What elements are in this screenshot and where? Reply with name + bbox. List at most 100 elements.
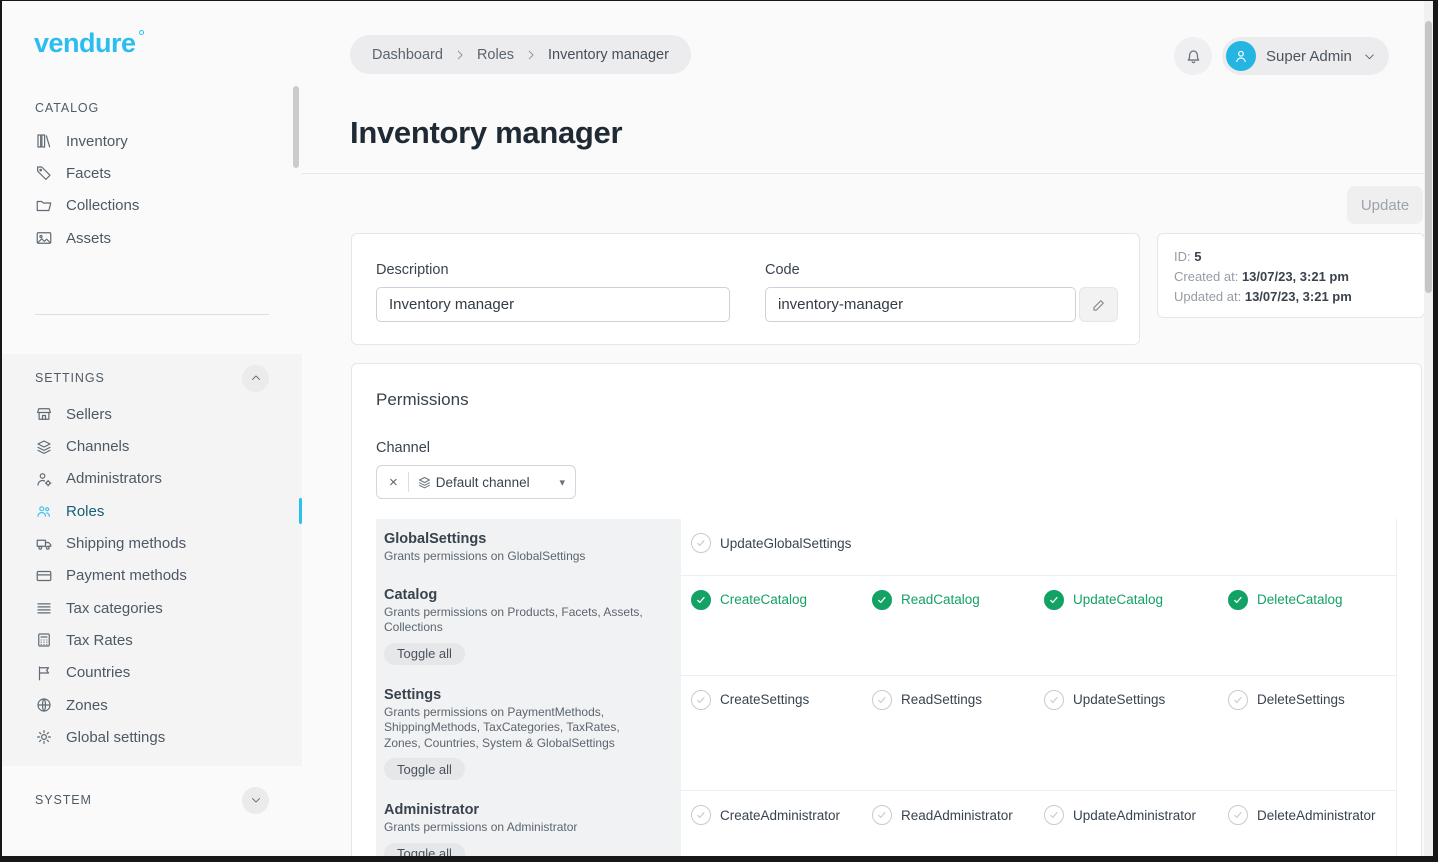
truck-icon [35,535,53,553]
users-icon [35,502,53,520]
permission-checkbox-readsettings[interactable]: ReadSettings [872,690,1044,710]
toggle-all-button[interactable]: Toggle all [384,758,465,780]
sidebar-item-facets[interactable]: Facets [2,157,302,189]
check-icon [876,809,888,821]
entity-meta-card: ID: 5 Created at: 13/07/23, 3:21 pm Upda… [1157,233,1425,318]
folder-icon [35,197,53,215]
toggle-all-button[interactable]: Toggle all [384,643,465,665]
permission-checkbox-updateadministrator[interactable]: UpdateAdministrator [1044,805,1228,825]
permission-group-settings: Settings Grants permissions on PaymentMet… [376,675,1396,791]
permission-checkbox-readadministrator[interactable]: ReadAdministrator [872,805,1044,825]
permission-group-description: Grants permissions on PaymentMethods, Sh… [384,705,656,752]
pencil-icon [1091,297,1107,313]
permission-label: CreateCatalog [720,592,807,607]
sidebar-item-tax-rates[interactable]: Tax Rates [2,624,302,656]
logo-row: vendure [2,1,302,63]
permission-checkbox-updatecatalog[interactable]: UpdateCatalog [1044,590,1228,610]
sidebar-item-zones[interactable]: Zones [2,689,302,721]
sidebar-item-payment-methods[interactable]: Payment methods [2,560,302,592]
sidebar-item-label: Facets [66,165,111,182]
breadcrumb-item-dashboard[interactable]: Dashboard [372,47,443,63]
breadcrumb-item-roles[interactable]: Roles [477,47,514,63]
notifications-button[interactable] [1174,37,1212,75]
permission-checkbox-readcatalog[interactable]: ReadCatalog [872,590,1044,610]
system-expand-button[interactable] [242,787,269,814]
permission-group-description: Grants permissions on GlobalSettings [384,549,656,565]
sidebar-item-assets[interactable]: Assets [2,222,302,254]
main-scrollbar-thumb[interactable] [1425,21,1432,293]
sidebar-item-label: Roles [66,503,104,520]
sidebar-item-administrators[interactable]: Administrators [2,463,302,495]
unchecked-circle-icon [1044,805,1064,825]
permission-group-header: Settings Grants permissions on PaymentMet… [376,675,681,791]
sidebar-item-label: Collections [66,197,139,214]
toggle-all-button[interactable]: Toggle all [384,843,465,857]
edit-code-button[interactable] [1079,287,1118,322]
check-icon [1232,594,1244,606]
sidebar-item-collections[interactable]: Collections [2,190,302,222]
permission-checkbox-updateglobalsettings[interactable]: UpdateGlobalSettings [691,533,872,553]
meta-updated: Updated at: 13/07/23, 3:21 pm [1174,287,1408,307]
permission-group-header: CatalogGrants permissions on Products, F… [376,575,681,675]
permission-checkbox-createcatalog[interactable]: CreateCatalog [691,590,872,610]
permission-label: ReadSettings [901,692,982,707]
permission-group-name: GlobalSettings [384,531,667,547]
sidebar-section-system-label: SYSTEM [35,793,92,807]
permission-group-checkboxes: CreateSettings ReadSettings UpdateSettings… [681,675,1396,791]
caret-down-icon: ▾ [559,476,565,489]
permission-group-name: Catalog [384,587,667,603]
permission-checkbox-createadministrator[interactable]: CreateAdministrator [691,805,872,825]
permission-checkbox-deletecatalog[interactable]: DeleteCatalog [1228,590,1396,610]
sidebar-item-sellers[interactable]: Sellers [2,398,302,430]
chevron-right-icon [524,48,538,62]
check-icon [876,594,888,606]
permission-checkbox-createsettings[interactable]: CreateSettings [691,690,872,710]
check-icon [695,694,707,706]
code-input[interactable] [765,287,1076,322]
sidebar-item-inventory[interactable]: Inventory [2,125,302,157]
chevron-down-icon [1362,49,1377,64]
sidebar-scrollbar-thumb[interactable] [293,86,299,168]
breadcrumb-item-inventory-manager[interactable]: Inventory manager [548,47,669,63]
description-input[interactable] [376,287,730,322]
permission-checkbox-deletesettings[interactable]: DeleteSettings [1228,690,1396,710]
check-icon [876,694,888,706]
check-icon [1048,594,1060,606]
unchecked-circle-icon [872,805,892,825]
header-divider [302,173,1433,174]
channel-label: Channel [376,440,430,456]
check-icon [695,594,707,606]
sidebar-item-countries[interactable]: Countries [2,657,302,689]
permissions-title: Permissions [376,390,469,410]
sidebar-item-roles[interactable]: Roles [2,495,302,527]
sidebar-settings-items: SellersChannelsAdministrators Roles Shippi… [2,398,302,753]
books-icon [35,132,53,150]
meta-id: ID: 5 [1174,247,1408,267]
user-menu[interactable]: Super Admin [1222,37,1389,75]
channel-select[interactable]: × Default channel ▾ [376,465,576,499]
settings-collapse-button[interactable] [242,365,269,392]
permission-label: ReadAdministrator [901,808,1013,823]
sidebar-item-label: Tax Rates [66,632,133,649]
chevron-up-icon [249,371,263,385]
permission-group-header: GlobalSettings Grants permissions on Glob… [376,519,681,575]
vendure-logo[interactable]: vendure [34,28,136,59]
unchecked-circle-icon [691,690,711,710]
unchecked-circle-icon [691,805,711,825]
permission-group-name: Settings [384,687,667,703]
permission-checkbox-deleteadministrator[interactable]: DeleteAdministrator [1228,805,1396,825]
sidebar-item-channels[interactable]: Channels [2,430,302,462]
bell-icon [1184,47,1203,66]
checked-circle-icon [1044,590,1064,610]
sidebar-item-tax-categories[interactable]: Tax categories [2,592,302,624]
permission-checkbox-updatesettings[interactable]: UpdateSettings [1044,690,1228,710]
sidebar-system-block: SYSTEM [2,785,302,815]
update-button[interactable]: Update [1347,186,1423,224]
sidebar-item-shipping-methods[interactable]: Shipping methods [2,527,302,559]
logo-trademark-dot [139,30,144,35]
remove-channel-icon[interactable]: × [387,475,400,490]
flag-icon [35,664,53,682]
sidebar: vendure CATALOG InventoryFacetsCollectio… [2,1,302,856]
sidebar-item-global-settings[interactable]: Global settings [2,721,302,753]
main-scrollbar-track[interactable] [1424,1,1433,856]
